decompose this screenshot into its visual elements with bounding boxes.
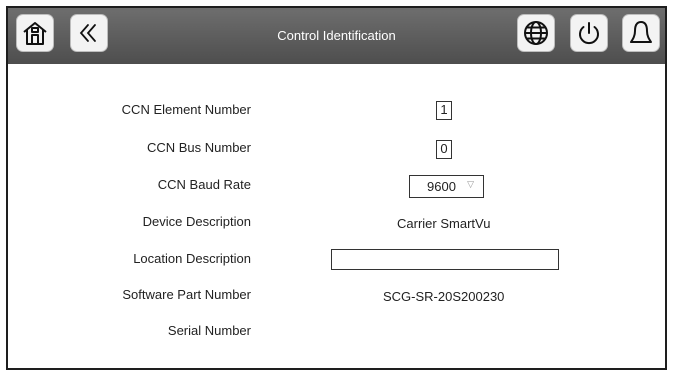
device-description-label: Device Description xyxy=(142,214,251,229)
ccn-bus-number-field[interactable]: 0 xyxy=(436,140,452,159)
app-window: Control Identification CCN Element Numbe… xyxy=(6,6,667,370)
power-icon xyxy=(575,19,603,47)
ccn-element-number-field[interactable]: 1 xyxy=(436,101,452,120)
alarm-button[interactable] xyxy=(622,14,660,52)
ccn-element-number-label: CCN Element Number xyxy=(121,102,251,117)
dropdown-arrow-icon: ▽ xyxy=(467,179,474,189)
back-button[interactable] xyxy=(70,14,108,52)
location-description-label: Location Description xyxy=(133,251,251,266)
home-icon xyxy=(21,19,49,47)
language-button[interactable] xyxy=(517,14,555,52)
back-chevron-icon xyxy=(77,21,101,45)
serial-number-label: Serial Number xyxy=(167,323,251,338)
top-bar: Control Identification xyxy=(8,8,665,64)
ccn-baud-rate-label: CCN Baud Rate xyxy=(157,177,251,192)
home-button[interactable] xyxy=(16,14,54,52)
bell-icon xyxy=(627,19,655,47)
location-description-input[interactable] xyxy=(331,249,559,270)
ccn-bus-number-label: CCN Bus Number xyxy=(146,140,251,155)
software-part-number-value: SCG-SR-20S200230 xyxy=(383,289,505,304)
software-part-number-label: Software Part Number xyxy=(122,287,251,302)
ccn-baud-rate-select[interactable]: 9600 ▽ xyxy=(409,175,484,198)
power-button[interactable] xyxy=(570,14,608,52)
globe-icon xyxy=(522,19,550,47)
ccn-baud-rate-value: 9600 xyxy=(427,179,456,194)
device-description-value: Carrier SmartVu xyxy=(397,216,491,231)
